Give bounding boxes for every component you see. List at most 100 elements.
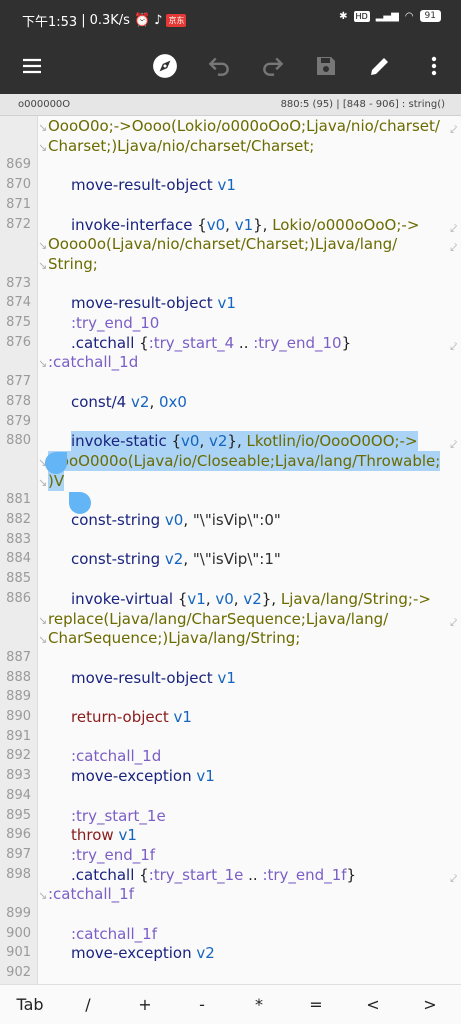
code-token: invoke-virtual bbox=[71, 589, 174, 608]
code-token: Oooo0o(Ljava/nio/charset/Charset;)Ljava/… bbox=[48, 235, 398, 254]
code-token: String; bbox=[48, 254, 98, 273]
code-line[interactable] bbox=[38, 155, 461, 175]
code-line[interactable]: :catchall_1d bbox=[38, 746, 461, 766]
cursor-position: 880:5 (95) | [848 - 906] : string() bbox=[280, 99, 445, 110]
code-token: v2 bbox=[243, 589, 262, 608]
code-token: }, bbox=[227, 432, 247, 451]
code-token: , bbox=[183, 550, 193, 569]
code-line[interactable] bbox=[38, 372, 461, 392]
code-token: { bbox=[166, 432, 182, 451]
code-line[interactable]: move-exception v1 bbox=[38, 766, 461, 786]
code-line[interactable] bbox=[38, 569, 461, 589]
code-line[interactable]: invoke-interface {v0, v1}, Lokio/o000oOo… bbox=[38, 215, 461, 235]
code-token: :catchall_1f bbox=[71, 924, 157, 943]
code-token: :try_end_10 bbox=[253, 333, 342, 352]
code-line[interactable]: invoke-static {v0, v2}, Lkotlin/io/OooO0… bbox=[38, 431, 461, 452]
code-line[interactable] bbox=[38, 274, 461, 294]
code-line[interactable] bbox=[38, 963, 461, 983]
code-line[interactable]: return-object v1 bbox=[38, 707, 461, 727]
code-line[interactable]: const/4 v2, 0x0 bbox=[38, 392, 461, 412]
line-number: 899 bbox=[6, 906, 31, 921]
selection-end-handle[interactable] bbox=[69, 492, 91, 514]
line-number: 900 bbox=[6, 925, 31, 941]
code-line[interactable] bbox=[38, 530, 461, 550]
line-number: 897 bbox=[6, 846, 31, 862]
code-line[interactable]: CharSequence;)Ljava/lang/String; ↘ bbox=[38, 628, 461, 648]
code-line[interactable]: :try_end_1f bbox=[38, 845, 461, 865]
code-token: v1 bbox=[168, 708, 192, 726]
code-line[interactable]: :try_end_10 bbox=[38, 313, 461, 333]
more-vert-icon[interactable] bbox=[418, 50, 450, 82]
status-bar: 下午1:53 | 0.3K/s ⏰ ♪ 京东 ✱ HD ▂▄▆ ◠ 91 bbox=[0, 0, 461, 38]
code-line[interactable]: const-string v2, "\"isVip\":1" bbox=[38, 549, 461, 569]
code-line[interactable]: .catchall {:try_start_1e .. :try_end_1f}… bbox=[38, 865, 461, 885]
line-number: 898 bbox=[6, 866, 31, 882]
code-line[interactable]: :try_start_1e bbox=[38, 806, 461, 826]
code-line[interactable] bbox=[38, 904, 461, 924]
code-line[interactable] bbox=[38, 490, 461, 510]
line-number: 884 bbox=[6, 551, 31, 567]
code-line[interactable]: move-result-object v1 bbox=[38, 668, 461, 688]
code-line[interactable]: :catchall_1d ↘ bbox=[38, 352, 461, 372]
code-line[interactable]: .catchall {:try_start_4 .. :try_end_10} ⤦ bbox=[38, 333, 461, 353]
code-line[interactable]: OooO000o(Ljava/io/Closeable;Ljava/lang/T… bbox=[38, 450, 461, 471]
code-line[interactable]: :catchall_1f ↘ bbox=[38, 884, 461, 904]
code-line[interactable] bbox=[38, 687, 461, 707]
code-line[interactable] bbox=[38, 648, 461, 668]
line-number: 886 bbox=[6, 590, 31, 606]
file-name: o000000O bbox=[18, 99, 71, 110]
code-line[interactable]: move-result-object v1 bbox=[38, 293, 461, 313]
code-line[interactable] bbox=[38, 727, 461, 747]
code-token: OooO000o(Ljava/io/Closeable;Ljava/lang/T… bbox=[48, 451, 441, 470]
code-line[interactable] bbox=[38, 195, 461, 215]
code-line[interactable]: const-string v0, "\"isVip\":0" bbox=[38, 510, 461, 530]
code-token: move-result-object bbox=[71, 294, 213, 313]
menu-icon[interactable] bbox=[16, 50, 48, 82]
code-line[interactable]: move-exception v2 bbox=[38, 943, 461, 963]
code-line[interactable]: Charset;)Ljava/nio/charset/Charset; ↘ bbox=[38, 136, 461, 156]
save-icon[interactable] bbox=[310, 50, 342, 82]
key-6[interactable]: < bbox=[353, 995, 393, 1014]
code-line[interactable]: invoke-virtual {v1, v0, v2}, Ljava/lang/… bbox=[38, 589, 461, 609]
line-number: 870 bbox=[6, 177, 31, 193]
pencil-icon[interactable] bbox=[364, 50, 396, 82]
code-line[interactable]: Oooo0o(Ljava/nio/charset/Charset;)Ljava/… bbox=[38, 234, 461, 254]
code-token: replace(Ljava/lang/CharSequence;Ljava/la… bbox=[48, 609, 389, 628]
line-number-gutter: 869 870 871 872 873 874 875 876 877 878 879 880 881 8… bbox=[0, 116, 38, 984]
key-2[interactable]: + bbox=[125, 995, 165, 1014]
code-token: , bbox=[225, 215, 235, 234]
code-line[interactable]: replace(Ljava/lang/CharSequence;Ljava/la… bbox=[38, 609, 461, 629]
line-number: 896 bbox=[6, 827, 31, 843]
key-4[interactable]: * bbox=[239, 995, 279, 1014]
line-number: 881 bbox=[6, 492, 31, 508]
code-token: } bbox=[346, 865, 357, 884]
code-token: :try_end_1f bbox=[71, 845, 156, 864]
line-number: 876 bbox=[6, 334, 31, 350]
hd-badge: HD bbox=[353, 10, 370, 22]
key-0[interactable]: Tab bbox=[10, 995, 50, 1014]
compass-icon[interactable] bbox=[149, 50, 181, 82]
key-5[interactable]: = bbox=[296, 995, 336, 1014]
redo-icon[interactable] bbox=[257, 50, 289, 82]
alarm-icon: ⏰ bbox=[133, 13, 151, 28]
code-token: v2 bbox=[126, 392, 150, 411]
line-number: 878 bbox=[6, 393, 31, 409]
code-line[interactable]: throw v1 bbox=[38, 825, 461, 845]
code-line[interactable] bbox=[38, 786, 461, 806]
code-token: :try_end_10 bbox=[71, 314, 160, 332]
key-7[interactable]: > bbox=[410, 995, 450, 1014]
code-line[interactable]: String; ↘ bbox=[38, 254, 461, 274]
selection-start-handle[interactable] bbox=[45, 452, 67, 474]
undo-icon[interactable] bbox=[203, 50, 235, 82]
code-line[interactable]: OooO0o;->Oooo(Lokio/o000oOoO;Ljava/nio/c… bbox=[38, 116, 461, 136]
code-editor[interactable]: 869 870 871 872 873 874 875 876 877 878 879 880 881 8… bbox=[0, 116, 461, 984]
code-token: v1 bbox=[187, 589, 206, 608]
code-line[interactable]: :catchall_1f bbox=[38, 924, 461, 944]
code-line[interactable]: move-result-object v1 bbox=[38, 175, 461, 195]
code-token: "\"isVip\":0" bbox=[192, 511, 281, 529]
line-number: 885 bbox=[6, 571, 31, 587]
key-3[interactable]: - bbox=[182, 995, 222, 1014]
code-line[interactable] bbox=[38, 412, 461, 432]
key-1[interactable]: / bbox=[68, 995, 108, 1014]
code-line[interactable]: )V ↘ bbox=[38, 470, 461, 491]
